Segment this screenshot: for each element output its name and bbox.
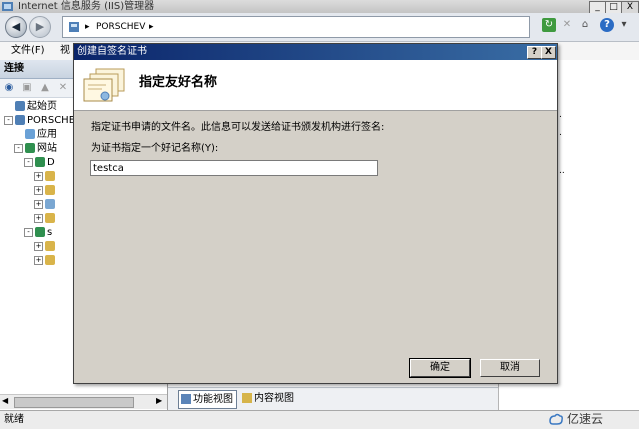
address-dropdown[interactable]: ▸	[149, 17, 154, 37]
tree-node[interactable]: - PORSCHEV	[4, 114, 82, 127]
refresh-icon[interactable]: ↻	[542, 18, 556, 32]
view-tabs: 功能视图 内容视图	[168, 387, 498, 410]
forward-button[interactable]: ▶	[29, 16, 51, 38]
ok-button[interactable]: 确定	[409, 358, 471, 378]
watermark-icon	[549, 413, 563, 425]
tree-node-label: 起始页	[27, 101, 57, 112]
tree-expander[interactable]: +	[34, 199, 43, 209]
address-node[interactable]: PORSCHEV	[96, 17, 145, 37]
tree-node-icon	[15, 101, 25, 111]
dialog-header: 指定友好名称	[74, 60, 557, 111]
dialog-title-bar: 创建自签名证书 ? X	[74, 44, 557, 60]
home-icon[interactable]: ⌂	[578, 18, 592, 32]
tree-expander[interactable]: -	[24, 227, 33, 237]
back-button[interactable]: ◀	[5, 16, 27, 38]
window-title: Internet 信息服务 (IIS)管理器	[18, 1, 155, 12]
address-bar: ◀ ▶ ▸ PORSCHEV ▸ ↻ ✕ ⌂ ? ▾	[0, 13, 639, 42]
connect-icon[interactable]: ◉	[2, 81, 16, 95]
help-icon[interactable]: ?	[600, 18, 614, 32]
menu-file[interactable]: 文件(F)	[11, 42, 45, 60]
tree-expander[interactable]: +	[34, 185, 43, 195]
features-view-icon	[181, 394, 191, 404]
friendly-name-label: 为证书指定一个好记名称(Y):	[91, 143, 219, 154]
up-icon[interactable]: ▲	[38, 81, 52, 95]
tree-node[interactable]: -s	[24, 226, 52, 239]
stop-icon[interactable]: ✕	[560, 18, 574, 32]
scroll-thumb[interactable]	[14, 397, 134, 408]
dialog-description: 指定证书申请的文件名。此信息可以发送给证书颁发机构进行签名:	[91, 122, 385, 133]
tree-expander[interactable]: +	[34, 255, 43, 265]
tree-expander[interactable]: +	[34, 171, 43, 181]
tab-features-label: 功能视图	[193, 394, 233, 405]
tree-node[interactable]: -D	[24, 156, 55, 169]
tree-node-icon	[35, 157, 45, 167]
tree-node-icon	[25, 129, 35, 139]
tree-node-icon	[45, 255, 55, 265]
dialog-close-button[interactable]: X	[541, 46, 556, 59]
horizontal-scrollbar[interactable]: ◀ ▶	[0, 394, 167, 409]
address-separator: ▸	[85, 22, 90, 32]
action-item[interactable]: ..	[559, 166, 565, 176]
dialog-heading: 指定友好名称	[139, 75, 218, 90]
tab-content-view[interactable]: 内容视图	[240, 390, 294, 407]
tree-node[interactable]: +	[34, 184, 57, 197]
tree-expander[interactable]: -	[4, 115, 13, 125]
tree-node-icon	[45, 171, 55, 181]
action-item[interactable]: .	[559, 128, 562, 138]
create-self-signed-cert-dialog: 创建自签名证书 ? X 指定友好名称 指定证书申请的文件名。此信息可以发送给证书…	[73, 43, 558, 384]
friendly-name-input[interactable]	[90, 160, 378, 176]
menu-view[interactable]: 视	[60, 42, 70, 60]
tree-node-icon	[45, 199, 55, 209]
tree-node-icon	[45, 213, 55, 223]
tree-node-icon	[35, 227, 45, 237]
dialog-help-button[interactable]: ?	[527, 46, 542, 59]
certificate-icon	[83, 68, 125, 102]
tree-node[interactable]: +	[34, 212, 57, 225]
tree-expander[interactable]: -	[14, 143, 23, 153]
tree-node-icon	[25, 143, 35, 153]
watermark-text: 亿速云	[567, 412, 604, 426]
save-icon[interactable]: ▣	[20, 81, 34, 95]
window-title-bar: Internet 信息服务 (IIS)管理器 _ □ X	[0, 0, 639, 14]
tree-node[interactable]: - 网站	[14, 142, 57, 155]
iis-app-icon	[2, 2, 13, 11]
cancel-button[interactable]: 取消	[480, 359, 540, 377]
tree-expander[interactable]: +	[34, 241, 43, 251]
tree-node[interactable]: 起始页	[4, 100, 57, 113]
tree-expander[interactable]: +	[34, 213, 43, 223]
tree-node[interactable]: 应用	[14, 128, 57, 141]
content-view-icon	[242, 393, 252, 403]
scroll-left-icon[interactable]: ◀	[2, 396, 8, 405]
help-dropdown-icon[interactable]: ▾	[617, 18, 631, 32]
action-item[interactable]: .	[559, 110, 562, 120]
tree-expander[interactable]: -	[24, 157, 33, 167]
dialog-title: 创建自签名证书	[77, 46, 147, 57]
connections-title: 连接	[4, 63, 24, 74]
tree-node[interactable]: +	[34, 170, 57, 183]
tree-node-icon	[15, 115, 25, 125]
tree-node-label: s	[47, 227, 53, 238]
tree-node-icon	[45, 185, 55, 195]
tab-features-view[interactable]: 功能视图	[178, 390, 237, 409]
watermark-logo: 亿速云	[520, 410, 639, 428]
tree-node[interactable]: +	[34, 240, 57, 253]
tree-node[interactable]: +	[34, 198, 57, 211]
status-text: 就绪	[4, 414, 24, 425]
tree-node-icon	[45, 241, 55, 251]
tree-node-label: D	[47, 157, 55, 168]
tree-node-label: 应用	[37, 129, 57, 140]
delete-icon[interactable]: ✕	[56, 81, 70, 95]
tree-node-label: 网站	[37, 143, 57, 154]
scroll-right-icon[interactable]: ▶	[156, 396, 162, 405]
server-icon	[69, 22, 79, 32]
tree-node[interactable]: +	[34, 254, 57, 267]
address-field[interactable]: ▸ PORSCHEV ▸	[62, 16, 530, 38]
tab-content-label: 内容视图	[254, 393, 294, 404]
